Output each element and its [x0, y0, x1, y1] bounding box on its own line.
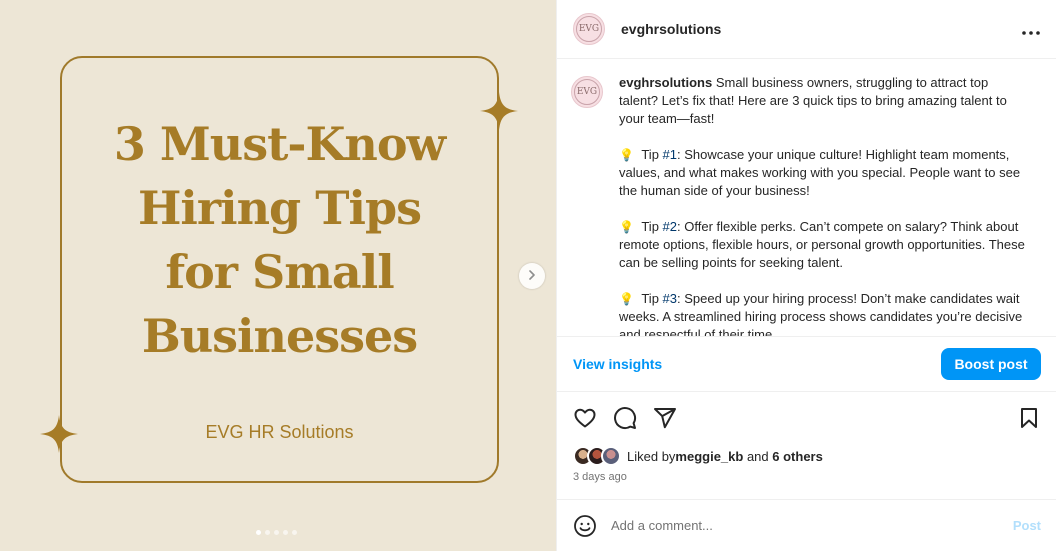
image-title-line: Businesses	[141, 309, 418, 363]
caption-intro: evghrsolutions Small business owners, st…	[619, 74, 1029, 128]
carousel-dot	[256, 530, 261, 535]
post-comment-button[interactable]: Post	[1013, 518, 1041, 533]
carousel-dot	[274, 530, 279, 535]
lightbulb-icon: 💡	[619, 292, 634, 306]
caption-tip: 💡 Tip #3: Speed up your hiring process! …	[619, 290, 1029, 336]
liker-username[interactable]: meggie_kb	[675, 449, 743, 464]
hashtag-link[interactable]: #3	[663, 291, 677, 306]
action-bar	[573, 400, 1041, 436]
caption-tip: 💡 Tip #1: Showcase your unique culture! …	[619, 146, 1029, 200]
hashtag-link[interactable]: #1	[663, 147, 677, 162]
tip-text: : Speed up your hiring process! Don’t ma…	[619, 291, 1023, 336]
image-title: 3 Must-Know Hiring Tips for Small Busine…	[60, 112, 499, 368]
caption-row: EVG evghrsolutions Small business owners…	[571, 74, 1041, 336]
carousel-dot	[265, 530, 270, 535]
tip-prefix: Tip	[641, 219, 663, 234]
heart-icon[interactable]	[573, 406, 597, 430]
caption-area[interactable]: EVG evghrsolutions Small business owners…	[557, 60, 1056, 336]
author-username[interactable]: evghrsolutions	[621, 21, 721, 37]
comment-icon[interactable]	[613, 406, 637, 430]
image-brand: EVG HR Solutions	[205, 422, 354, 442]
next-slide-button[interactable]	[519, 263, 545, 289]
avatar	[601, 446, 621, 466]
lightbulb-icon: 💡	[619, 220, 634, 234]
carousel-dot	[292, 530, 297, 535]
image-title-line: 3 Must-Know	[113, 117, 446, 171]
tip-prefix: Tip	[641, 291, 663, 306]
carousel-dots	[256, 530, 297, 535]
likes-others-link[interactable]: 6 others	[772, 449, 823, 464]
post-header: EVG evghrsolutions	[557, 0, 1056, 59]
tip-text: : Showcase your unique culture! Highligh…	[619, 147, 1021, 198]
comment-input[interactable]	[611, 518, 1013, 533]
caption-text: evghrsolutions Small business owners, st…	[619, 74, 1029, 336]
caption-tip: 💡 Tip #2: Offer flexible perks. Can’t co…	[619, 218, 1029, 272]
post-timestamp[interactable]: 3 days ago	[573, 471, 627, 483]
share-icon[interactable]	[653, 406, 677, 430]
insights-bar: View insights Boost post	[557, 336, 1056, 392]
comment-bar: Post	[557, 499, 1056, 551]
hashtag-link[interactable]: #2	[663, 219, 677, 234]
avatar-text: EVG	[578, 24, 600, 34]
avatar-text: EVG	[576, 87, 598, 97]
image-title-line: Hiring Tips	[137, 181, 422, 235]
lightbulb-icon: 💡	[619, 148, 634, 162]
more-options-icon[interactable]	[1022, 19, 1040, 40]
view-insights-link[interactable]: View insights	[573, 356, 662, 372]
chevron-right-icon	[527, 267, 537, 285]
avatar-ring: EVG	[574, 79, 600, 105]
boost-post-button[interactable]: Boost post	[941, 348, 1041, 380]
post-media[interactable]: 3 Must-Know Hiring Tips for Small Busine…	[0, 0, 556, 551]
post-sidebar: EVG evghrsolutions EVG evghrsolutions Sm…	[556, 0, 1056, 551]
avatar[interactable]: EVG	[573, 13, 605, 45]
tip-prefix: Tip	[641, 147, 663, 162]
bookmark-icon[interactable]	[1017, 406, 1041, 430]
liker-avatars[interactable]	[573, 446, 621, 466]
likes-prefix: Liked by	[627, 448, 676, 464]
likes-summary: Liked by meggie_kb and 6 others	[573, 446, 823, 466]
carousel-dot	[283, 530, 288, 535]
likes-middle: and	[743, 448, 773, 464]
avatar-ring: EVG	[576, 16, 602, 42]
caption-username[interactable]: evghrsolutions	[619, 75, 712, 90]
avatar[interactable]: EVG	[571, 76, 603, 108]
emoji-icon[interactable]	[573, 514, 597, 538]
tip-text: : Offer flexible perks. Can’t compete on…	[619, 219, 1025, 270]
image-title-line: for Small	[165, 245, 394, 299]
